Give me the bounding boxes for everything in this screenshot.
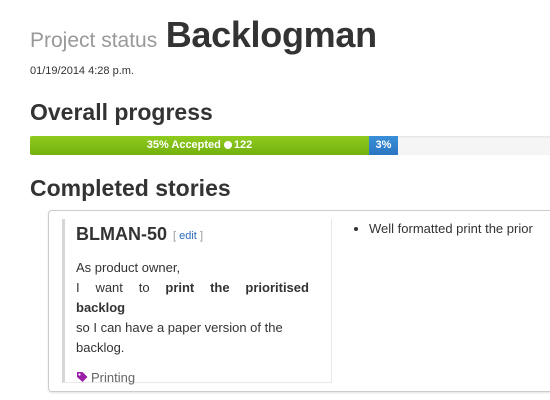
story-line-benefit: so I can have a paper version of the xyxy=(76,320,283,335)
accepted-label: 35% Accepted xyxy=(146,139,221,151)
overall-progress-bar: 35% Accepted 122 3% xyxy=(30,136,550,155)
tag-label: Printing xyxy=(91,370,136,385)
points-dot-icon xyxy=(223,140,232,149)
completed-stories-heading: Completed stories xyxy=(30,175,231,201)
tag-icon xyxy=(77,372,88,382)
story-word-bold: print xyxy=(165,280,195,295)
story-line-role: As product owner, xyxy=(76,260,181,275)
edit-story-link[interactable]: edit xyxy=(179,230,197,242)
story-word: to xyxy=(138,280,150,295)
acceptance-criteria-list: Well formatted print the prior xyxy=(349,219,533,239)
story-tag[interactable]: Printing xyxy=(76,370,135,385)
story-word-bold: backlog xyxy=(76,300,126,315)
page-header: Project status Backlogman xyxy=(30,14,377,56)
progress-segment-accepted: 35% Accepted 122 xyxy=(30,136,369,155)
acceptance-criterion: Well formatted print the prior xyxy=(369,219,533,239)
accepted-points: 122 xyxy=(233,139,253,151)
project-status-page: Project status Backlogman 01/19/2014 4:2… xyxy=(0,0,550,400)
story-description-panel: BLMAN-50 [ edit ] As product owner, I wa… xyxy=(62,219,332,385)
story-word: I xyxy=(76,280,80,295)
progress-segment-other: 3% xyxy=(369,136,398,155)
edit-bracket-open: [ xyxy=(173,230,177,242)
timestamp: 01/19/2014 4:28 p.m. xyxy=(30,65,134,77)
overall-progress-heading: Overall progress xyxy=(30,99,213,125)
story-word-bold: the xyxy=(210,280,230,295)
story-text: As product owner, I want to print the pr… xyxy=(76,258,309,358)
story-word-bold: prioritised xyxy=(245,280,309,295)
project-name: Backlogman xyxy=(165,14,377,55)
story-line-goal: backlog xyxy=(76,298,309,318)
story-word: want xyxy=(95,280,123,295)
other-label: 3% xyxy=(375,139,392,151)
story-card: BLMAN-50 [ edit ] As product owner, I wa… xyxy=(48,210,550,392)
story-line-end: backlog. xyxy=(76,340,125,355)
story-line-want: I want to print the prioritised xyxy=(76,278,309,298)
story-id: BLMAN-50 xyxy=(76,224,168,244)
page-label: Project status xyxy=(30,29,158,52)
edit-bracket-close: ] xyxy=(199,230,203,242)
edit-link-wrapper: [ edit ] xyxy=(173,230,203,242)
